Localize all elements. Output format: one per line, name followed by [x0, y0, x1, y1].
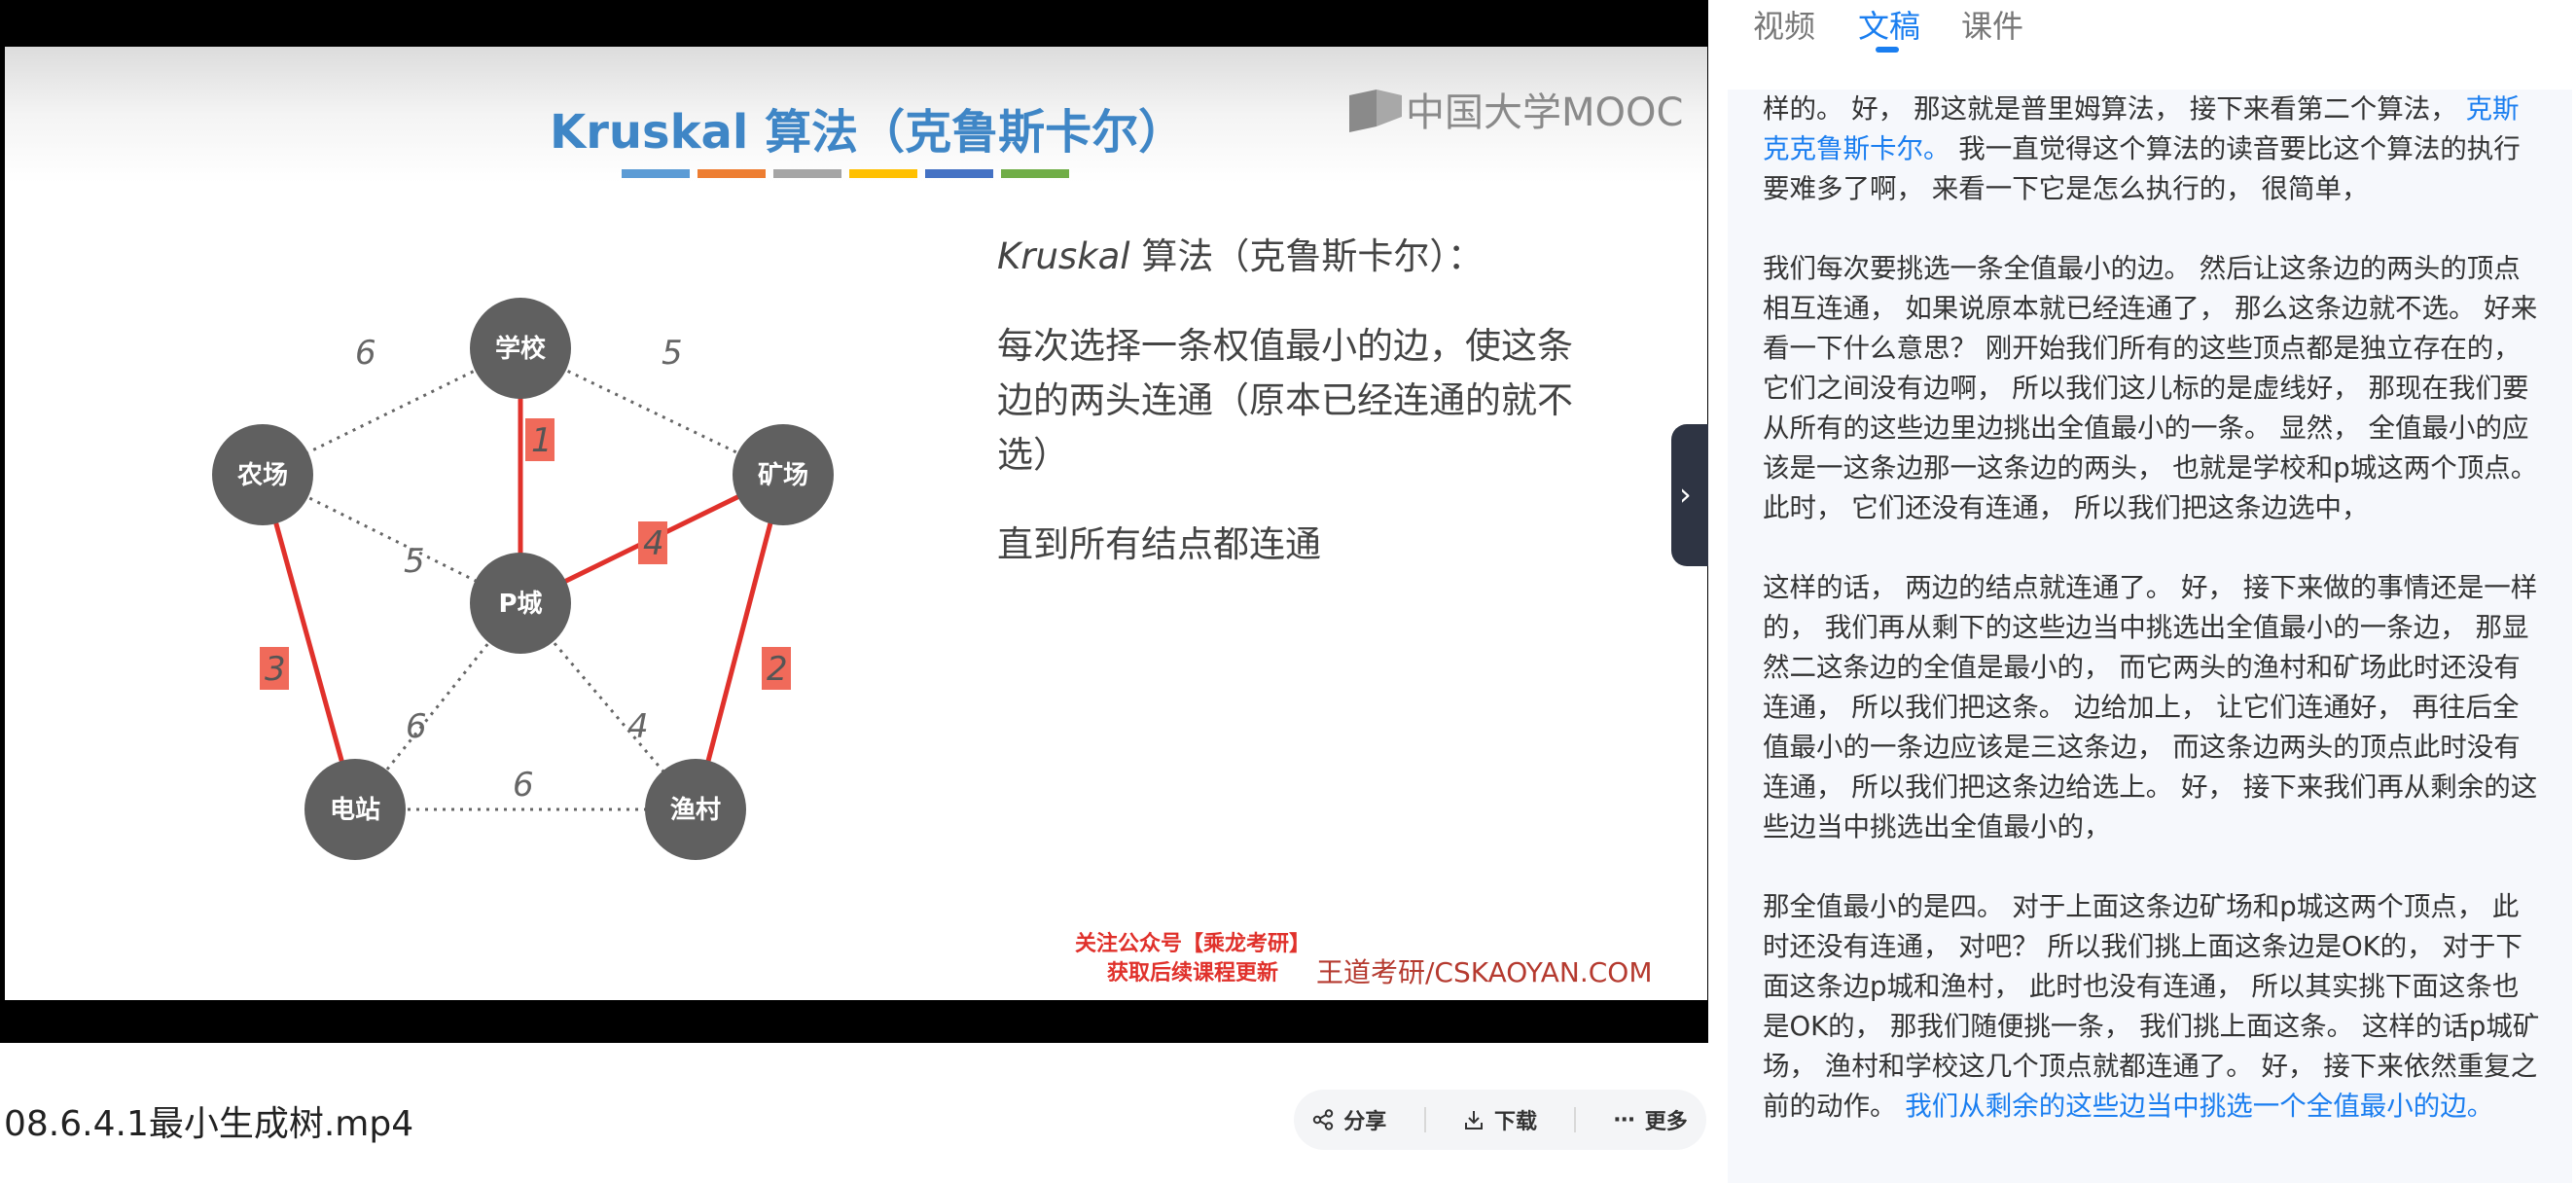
mooc-logo: 中国大学MOOC	[1347, 86, 1683, 140]
transcript-paragraph: 这样的话， 两边的结点就连通了。 好， 接下来做的事情还是一样的， 我们再从剩下…	[1763, 572, 2538, 842]
slide-text-footer: 直到所有结点都连通	[997, 523, 1321, 565]
share-icon	[1312, 1109, 1334, 1130]
download-icon	[1464, 1111, 1483, 1129]
transcript-text: 那全值最小的是四。 对于上面这条边矿场和p城这两个顶点， 此时还没有连通， 对吧…	[1763, 891, 2540, 1122]
node-farm-label: 农场	[236, 461, 288, 490]
transcript-paragraph: 样的。 好， 那这就是普里姆算法， 接下来看第二个算法， 克斯克克鲁斯卡尔。 我…	[1763, 90, 2541, 209]
transcript-paragraph: 那全值最小的是四。 对于上面这条边矿场和p城这两个顶点， 此时还没有连通， 对吧…	[1763, 887, 2541, 1127]
node-mine: 矿场	[733, 424, 834, 525]
action-divider	[1423, 1107, 1426, 1132]
slide-text-heading-rest: 算法（克鲁斯卡尔）：	[1129, 235, 1484, 277]
chevron-right-icon: ›	[1679, 476, 1692, 513]
action-divider	[1574, 1107, 1577, 1132]
weight-pcity-fishing: 4	[627, 707, 649, 746]
weight-farm-pcity: 5	[404, 542, 425, 581]
promo-site: 王道考研/CSKAOYAN.COM	[1316, 956, 1653, 988]
tab-video[interactable]: 视频	[1753, 2, 1815, 47]
node-pcity: P城	[470, 553, 571, 654]
more-button[interactable]: ⋯ 更多	[1614, 1104, 1688, 1135]
slide-text: Kruskal 算法（克鲁斯卡尔）： 每次选择一条权值最小的边，使这条边的两头连…	[997, 230, 1591, 607]
weight-station-fishing: 6	[513, 766, 534, 805]
node-school-label: 学校	[495, 334, 547, 364]
node-station-label: 电站	[330, 796, 380, 825]
node-station: 电站	[304, 759, 406, 860]
weight-school-farm: 6	[355, 334, 376, 373]
slide-text-body: 每次选择一条权值最小的边，使这条边的两头连通（原本已经连通的就不选）	[997, 325, 1573, 476]
download-button[interactable]: 下载	[1463, 1104, 1537, 1135]
more-label: 更多	[1644, 1110, 1688, 1134]
video-player[interactable]: Kruskal 算法（克鲁斯卡尔） 中国大学MOOC 6 5 1 5 4 3 2…	[0, 0, 1708, 1043]
promo-line-2: 获取后续课程更新	[1107, 961, 1279, 986]
active-tab-indicator	[1876, 47, 1899, 53]
weight-mine-fishing: 2	[767, 650, 788, 689]
collapse-panel-button[interactable]: ›	[1671, 424, 1708, 566]
transcript-highlight[interactable]: 我们从剩余的这些边当中挑选一个全值最小的边。	[1905, 1091, 2493, 1122]
transcript-text: 样的。 好， 那这就是普里姆算法， 接下来看第二个算法，	[1763, 93, 2466, 125]
share-label: 分享	[1343, 1110, 1387, 1134]
slide-text-heading-italic: Kruskal	[997, 235, 1130, 277]
share-button[interactable]: 分享	[1312, 1104, 1386, 1135]
node-school: 学校	[470, 298, 571, 399]
weight-farm-station: 3	[265, 650, 286, 689]
mooc-logo-text: 中国大学MOOC	[1406, 90, 1684, 135]
edge-mine-fishing	[693, 474, 786, 810]
edge-farm-station	[260, 474, 358, 810]
node-mine-label: 矿场	[758, 460, 808, 490]
transcript-panel[interactable]: 样的。 好， 那这就是普里姆算法， 接下来看第二个算法， 克斯克克鲁斯卡尔。 我…	[1728, 90, 2572, 1183]
slide-frame: Kruskal 算法（克鲁斯卡尔） 中国大学MOOC 6 5 1 5 4 3 2…	[5, 47, 1707, 1000]
transcript-content: 样的。 好， 那这就是普里姆算法， 接下来看第二个算法， 克斯克克鲁斯卡尔。 我…	[1763, 90, 2541, 1166]
mooc-logo-icon	[1349, 90, 1402, 132]
transcript-paragraph: 我们每次要挑选一条全值最小的边。 然后让这条边的两头的顶点相互连通， 如果说原本…	[1763, 253, 2538, 523]
node-farm: 农场	[212, 424, 313, 525]
title-color-bar	[1001, 169, 1069, 178]
node-pcity-label: P城	[498, 590, 542, 619]
video-filename: 08.6.4.1最小生成树.mp4	[4, 1104, 414, 1144]
weight-pcity-station: 6	[406, 707, 427, 746]
tab-courseware[interactable]: 课件	[1961, 2, 2023, 47]
promo-line-1: 关注公众号【乘龙考研】	[1075, 932, 1311, 956]
download-label: 下载	[1493, 1110, 1537, 1134]
node-fishing: 渔村	[645, 759, 746, 860]
video-actions: 分享 下载 ⋯ 更多	[1294, 1090, 1706, 1150]
more-icon: ⋯	[1613, 1107, 1635, 1132]
weight-school-mine: 5	[662, 334, 683, 373]
weight-pcity-mine: 4	[643, 524, 664, 563]
slide-text-heading: Kruskal 算法（克鲁斯卡尔）：	[997, 230, 1591, 284]
promo-wechat: 关注公众号【乘龙考研】 获取后续课程更新	[1075, 930, 1310, 988]
weight-school-pcity: 1	[531, 421, 553, 460]
kruskal-graph: 6 5 1 5 4 3 2 6 4 6 学校 农场 矿场 P城 电站 渔村	[212, 298, 834, 860]
node-fishing-label: 渔村	[670, 796, 721, 825]
tab-transcript[interactable]: 文稿	[1858, 2, 1920, 47]
